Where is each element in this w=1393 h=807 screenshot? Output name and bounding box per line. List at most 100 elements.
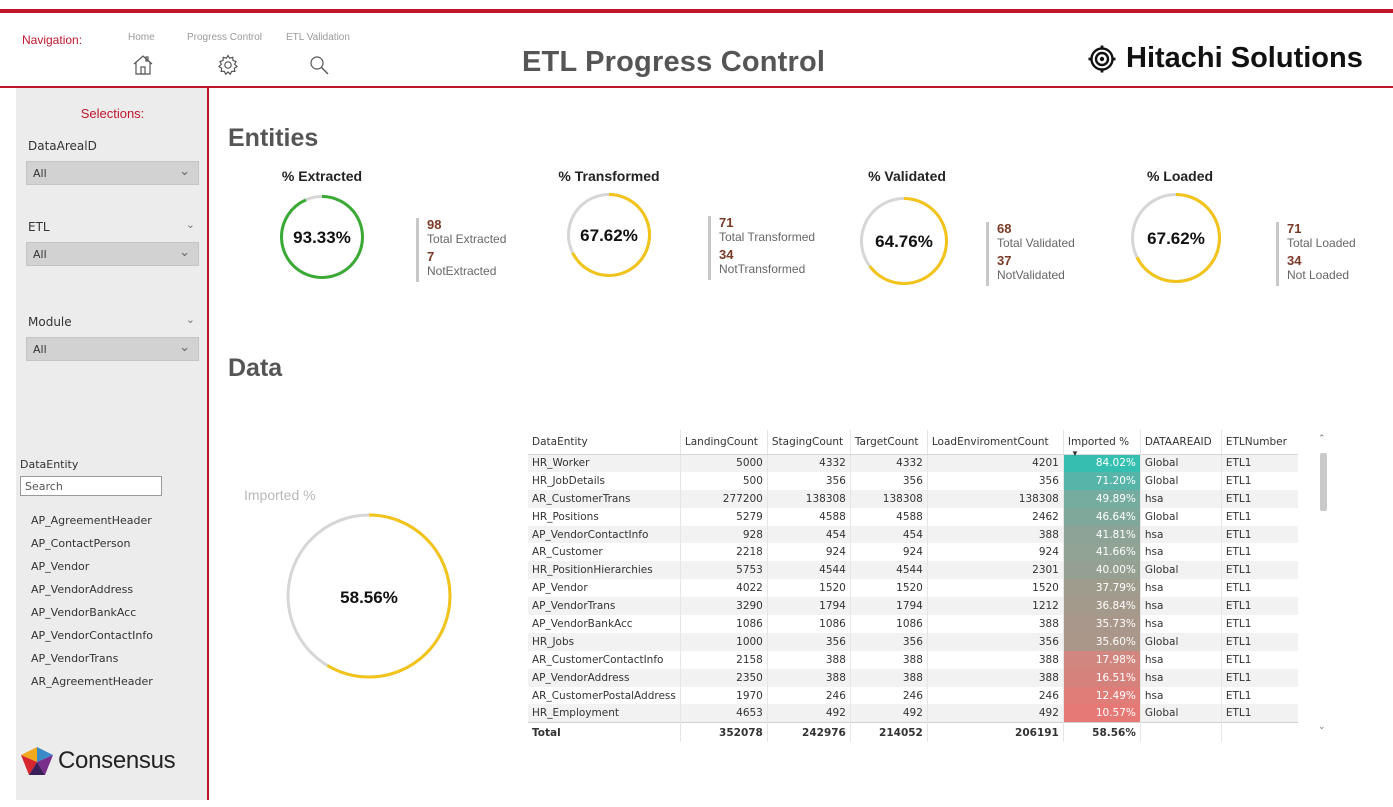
hitachi-logo-icon bbox=[1088, 45, 1116, 72]
table-cell: 2218 bbox=[680, 543, 768, 562]
kpi-validated-not: 37 bbox=[997, 253, 1012, 268]
imported-cell: 41.81% bbox=[1063, 525, 1141, 544]
kpi-transformed-value: 67.62% bbox=[580, 226, 638, 245]
total-targetcount: 214052 bbox=[850, 721, 928, 743]
col-header-loadenviromentcount[interactable]: LoadEnviromentCount bbox=[927, 430, 1064, 455]
list-item[interactable]: AR_AgreementHeader bbox=[31, 675, 153, 698]
table-row[interactable]: HR_PositionHierarchies 5753 4544 4544 2301 40… bbox=[528, 561, 1299, 580]
table-cell: AR_CustomerPostalAddress bbox=[528, 686, 681, 705]
kpi-transformed-total-label: Total Transformed bbox=[719, 230, 816, 244]
kpi-loaded-card: 71 Total Loaded 34 Not Loaded bbox=[1276, 222, 1356, 286]
table-cell: 4653 bbox=[680, 704, 768, 723]
entities-section-title: Entities bbox=[228, 124, 319, 152]
slicer-dataareaid-dropdown[interactable]: All ⌄ bbox=[26, 161, 199, 185]
kpi-loaded-not-label: Not Loaded bbox=[1287, 268, 1350, 282]
table-cell: AP_VendorContactInfo bbox=[528, 525, 681, 544]
table-cell: HR_Worker bbox=[528, 454, 681, 472]
table-cell: 356 bbox=[767, 471, 851, 490]
table-cell: 454 bbox=[767, 525, 851, 544]
imported-cell: 16.51% bbox=[1063, 668, 1141, 687]
table-row[interactable]: HR_JobDetails 500 356 356 356 71.20% Global ETL… bbox=[528, 471, 1298, 490]
nav-label: Navigation: bbox=[22, 33, 83, 47]
kpi-validated-value: 64.76% bbox=[875, 232, 933, 251]
table-total-row: Total 352078 242976 214052 206191 58.56% bbox=[528, 721, 1299, 743]
table-cell: AP_VendorBankAcc bbox=[528, 615, 681, 633]
imported-cell: 49.89% bbox=[1063, 489, 1141, 508]
table-row[interactable]: HR_Positions 5279 4588 4588 2462 46.64% Global… bbox=[528, 507, 1298, 526]
kpi-transformed-not-label: NotTransformed bbox=[719, 262, 806, 276]
table-row[interactable]: AR_CustomerContactInfo 2158 388 388 388 17.98… bbox=[528, 650, 1298, 669]
nav-validation-label[interactable]: ETL Validation bbox=[286, 32, 350, 43]
kpi-transformed-title: % Transformed bbox=[558, 168, 660, 184]
table-cell: AP_VendorAddress bbox=[528, 668, 681, 687]
table-cell: 138308 bbox=[850, 489, 928, 508]
table-cell: 5000 bbox=[680, 454, 768, 472]
kpi-transformed-not: 34 bbox=[719, 247, 734, 262]
imported-cell: 10.57% bbox=[1063, 704, 1141, 723]
imported-cell: 12.49% bbox=[1063, 686, 1141, 705]
selections-title: Selections: bbox=[80, 106, 145, 121]
table-cell: ETL1 bbox=[1225, 582, 1252, 595]
scroll-up-icon[interactable]: ⌃ bbox=[1318, 433, 1326, 444]
table-row[interactable]: HR_Employment 4653 492 492 492 10.57% Global ET… bbox=[528, 704, 1299, 723]
col-header-etlnumber[interactable]: ETLNumber bbox=[1221, 430, 1299, 455]
list-item[interactable]: AP_ContactPerson bbox=[31, 537, 153, 560]
home-icon[interactable] bbox=[131, 53, 155, 77]
search-icon[interactable] bbox=[307, 53, 331, 77]
col-header-dataentity[interactable]: DataEntity bbox=[528, 430, 681, 455]
table-cell: ETL1 bbox=[1225, 510, 1252, 523]
table-cell: 1794 bbox=[850, 597, 928, 616]
table-cell: HR_JobDetails bbox=[528, 471, 681, 490]
table-row[interactable]: AP_VendorTrans 3290 1794 1794 1212 36.84% hsa E… bbox=[528, 597, 1299, 616]
table-row[interactable]: AP_Vendor 4022 1520 1520 1520 37.79% hsa ETL1 bbox=[528, 579, 1298, 598]
table-row[interactable]: AP_VendorContactInfo 928 454 454 388 41.81% hs… bbox=[528, 525, 1299, 544]
table-cell: 4544 bbox=[850, 561, 928, 580]
total-stagingcount: 242976 bbox=[767, 721, 851, 743]
kpi-loaded-total-label: Total Loaded bbox=[1287, 236, 1356, 250]
list-item[interactable]: AP_VendorContactInfo bbox=[31, 629, 153, 652]
table-row[interactable]: AR_Customer 2218 924 924 924 41.66% hsa ETL1 bbox=[528, 543, 1298, 562]
table-row[interactable]: AR_CustomerTrans 277200 138308 138308 138308… bbox=[528, 489, 1299, 508]
table-cell: AP_VendorTrans bbox=[528, 597, 681, 616]
table-scrollbar[interactable]: ⌃ ⌄ bbox=[1317, 433, 1329, 738]
table-cell: 388 bbox=[850, 668, 928, 687]
nav-progress-label[interactable]: Progress Control bbox=[187, 32, 262, 43]
table-row[interactable]: HR_Jobs 1000 356 356 356 35.60% Global ETL1 bbox=[528, 632, 1299, 651]
table-row[interactable]: AP_VendorAddress 2350 388 388 388 16.51% hsa ET… bbox=[528, 668, 1299, 687]
imported-cell: 71.20% bbox=[1063, 471, 1141, 490]
brand-name: Hitachi Solutions bbox=[1126, 42, 1363, 74]
table-cell: 5279 bbox=[680, 507, 768, 526]
table-cell: 500 bbox=[680, 471, 768, 490]
table-cell: Global bbox=[1140, 471, 1222, 490]
table-cell: 388 bbox=[767, 650, 851, 669]
gear-icon[interactable] bbox=[216, 53, 240, 77]
table-row[interactable]: AP_VendorBankAcc 1086 1086 1086 388 35.73% hsa… bbox=[528, 615, 1298, 633]
table-cell: 1794 bbox=[767, 597, 851, 616]
col-header-stagingcount[interactable]: StagingCount bbox=[767, 430, 851, 455]
col-header-dataareaid[interactable]: DATAAREAID bbox=[1140, 430, 1222, 455]
table-row[interactable]: AR_CustomerPostalAddress 1970 246 246 246 12.… bbox=[528, 686, 1298, 705]
slicer-dataareaid-value: All bbox=[33, 167, 47, 180]
chevron-down-icon: ⌄ bbox=[179, 164, 190, 179]
list-item[interactable]: AP_AgreementHeader bbox=[31, 514, 153, 537]
col-header-landingcount[interactable]: LandingCount bbox=[680, 430, 768, 455]
list-item[interactable]: AP_VendorTrans bbox=[31, 652, 153, 675]
col-header-targetcount[interactable]: TargetCount bbox=[850, 430, 928, 455]
sort-desc-icon[interactable]: ▼ bbox=[1071, 449, 1079, 458]
table-cell: Global bbox=[1140, 454, 1222, 472]
slicer-module-collapse-icon[interactable]: ⌄ bbox=[186, 313, 195, 326]
slicer-etl-collapse-icon[interactable]: ⌄ bbox=[186, 218, 195, 231]
list-item[interactable]: AP_VendorAddress bbox=[31, 583, 153, 606]
consensus-logo-icon bbox=[21, 747, 53, 775]
scroll-down-icon[interactable]: ⌄ bbox=[1318, 721, 1326, 732]
imported-donut-value: 58.56% bbox=[340, 588, 398, 607]
dataentity-search-input[interactable]: Search bbox=[20, 476, 162, 496]
slicer-etl-dropdown[interactable]: All ⌄ bbox=[26, 242, 199, 266]
chevron-down-icon: ⌄ bbox=[179, 245, 190, 260]
list-item[interactable]: AP_VendorBankAcc bbox=[31, 606, 153, 629]
list-item[interactable]: AP_Vendor bbox=[31, 560, 153, 583]
scroll-thumb[interactable] bbox=[1320, 453, 1327, 511]
nav-home-label[interactable]: Home bbox=[128, 32, 155, 43]
slicer-module-dropdown[interactable]: All ⌄ bbox=[26, 337, 199, 361]
table-row[interactable]: HR_Worker 5000 4332 4332 4201 84.02% Global ETL… bbox=[528, 454, 1299, 472]
